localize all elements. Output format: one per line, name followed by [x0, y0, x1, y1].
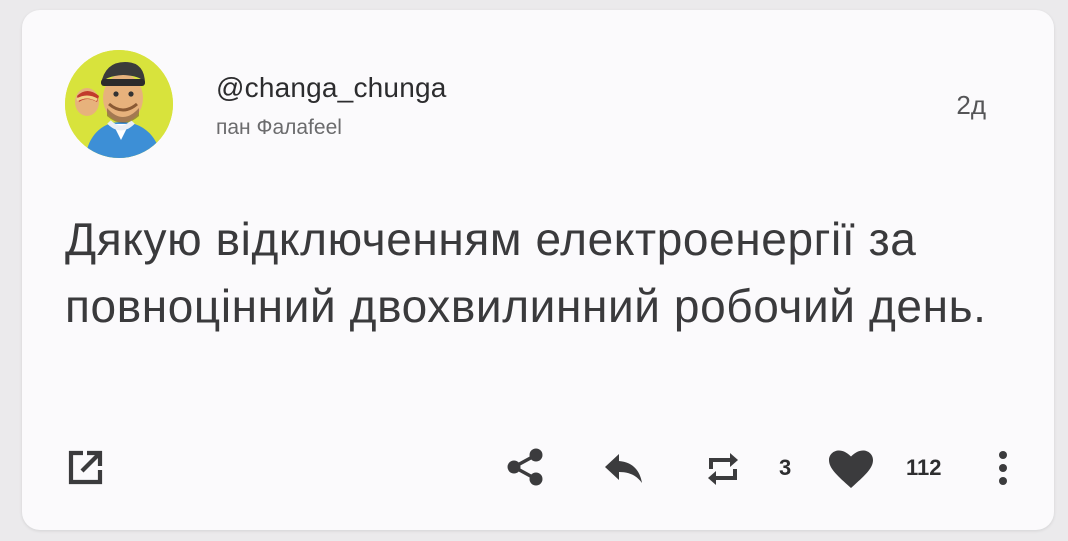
repost-icon[interactable] [703, 449, 743, 489]
reply-icon[interactable] [603, 450, 645, 486]
repost-count: 3 [779, 455, 792, 480]
user-handle[interactable]: @changa_chunga [216, 72, 447, 104]
avatar-illustration [65, 50, 173, 158]
post-card[interactable]: @changa_chunga пан Фалаfeel 2д Дякую від… [22, 10, 1054, 530]
user-display-name: пан Фалаfeel [216, 116, 342, 139]
heart-icon[interactable] [828, 450, 874, 490]
post-text: Дякую відключенням електроенергії за пов… [65, 213, 987, 332]
like-count: 112 [906, 455, 942, 480]
more-vertical-icon[interactable] [996, 448, 1010, 488]
share-icon[interactable] [504, 446, 546, 488]
avatar[interactable] [65, 50, 173, 158]
external-link-icon[interactable] [65, 448, 105, 488]
post-timestamp: 2д [956, 90, 986, 120]
